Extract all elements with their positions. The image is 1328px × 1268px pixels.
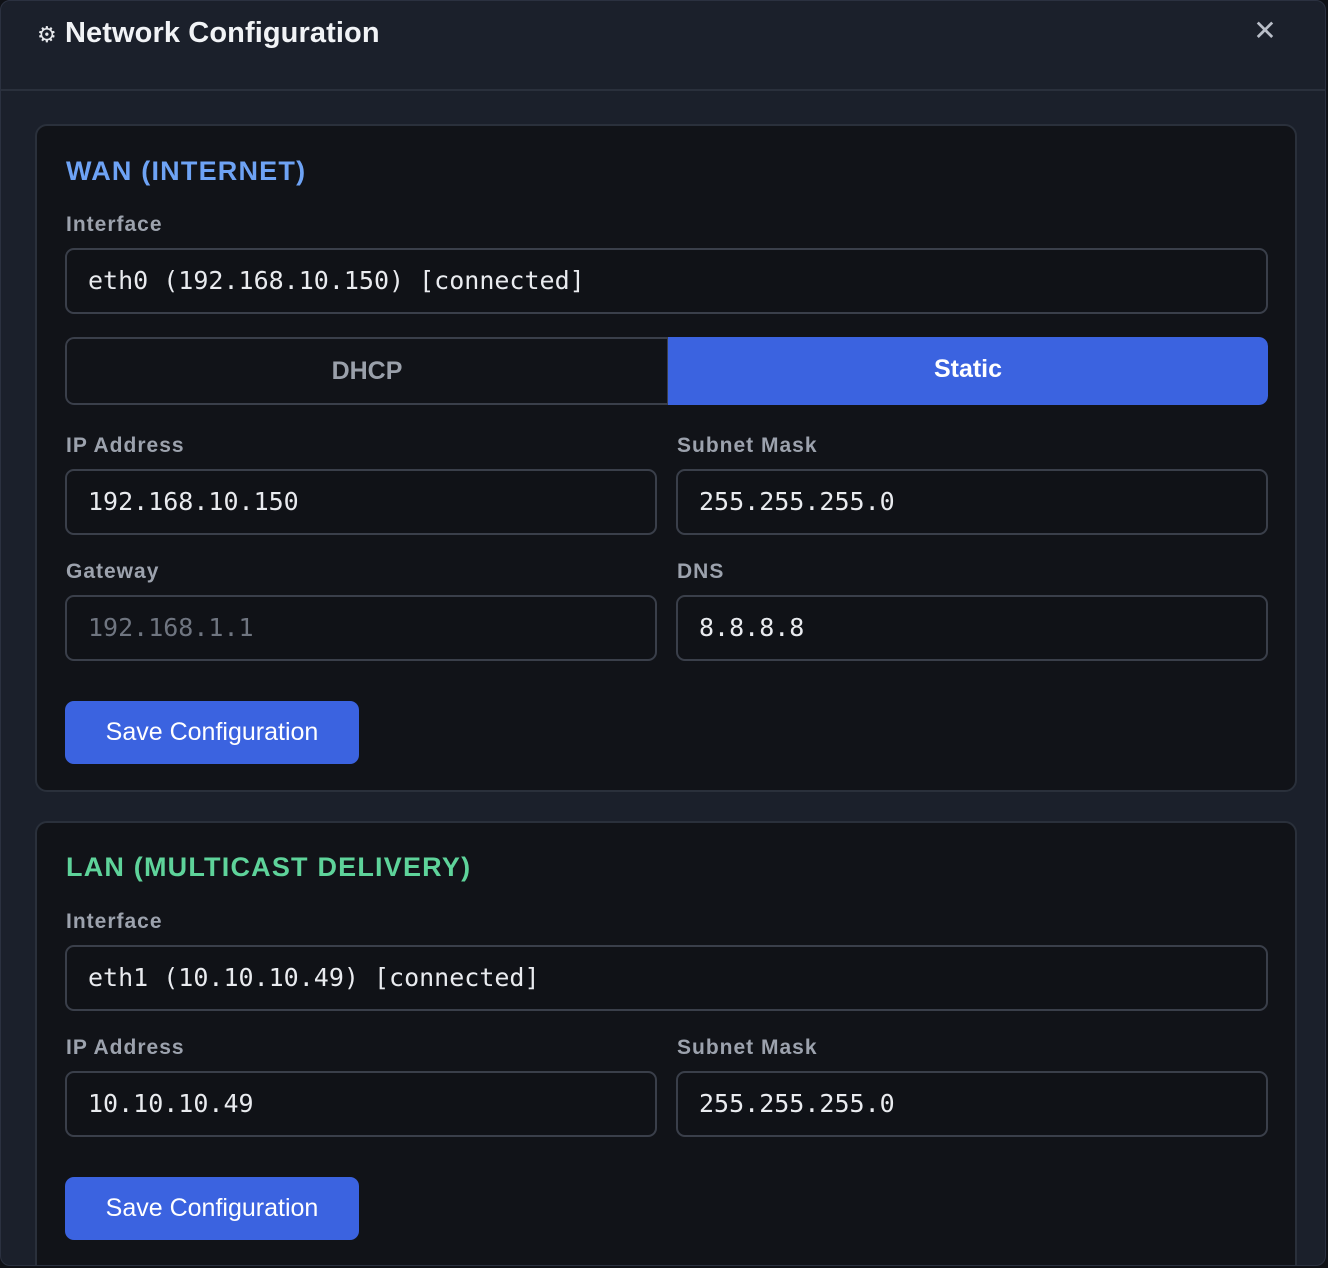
- wan-section-title: WAN (INTERNET): [66, 156, 307, 186]
- lan-subnet-input[interactable]: 255.255.255.0: [676, 1071, 1268, 1137]
- wan-save-button[interactable]: Save Configuration: [65, 701, 359, 764]
- wan-mode-static[interactable]: Static: [668, 337, 1268, 405]
- wan-mode-dhcp[interactable]: DHCP: [65, 337, 668, 405]
- wan-gateway-label: Gateway: [66, 560, 160, 583]
- lan-save-button[interactable]: Save Configuration: [65, 1177, 359, 1240]
- wan-subnet-input[interactable]: 255.255.255.0: [676, 469, 1268, 535]
- lan-ip-label: IP Address: [66, 1036, 185, 1059]
- wan-ip-label: IP Address: [66, 434, 185, 457]
- wan-subnet-label: Subnet Mask: [677, 434, 818, 457]
- lan-interface-label: Interface: [66, 910, 163, 933]
- wan-interface-select[interactable]: eth0 (192.168.10.150) [connected]: [65, 248, 1268, 314]
- gear-icon: ⚙: [37, 22, 57, 47]
- wan-gateway-input[interactable]: 192.168.1.1: [65, 595, 657, 661]
- lan-section: LAN (MULTICAST DELIVERY) Interface eth1 …: [35, 821, 1297, 1265]
- lan-section-title: LAN (MULTICAST DELIVERY): [66, 852, 472, 882]
- wan-mode-toggle: DHCP Static: [65, 337, 1268, 405]
- lan-ip-input[interactable]: 10.10.10.49: [65, 1071, 657, 1137]
- wan-ip-input[interactable]: 192.168.10.150: [65, 469, 657, 535]
- modal-title: Network Configuration: [65, 17, 380, 49]
- lan-subnet-label: Subnet Mask: [677, 1036, 818, 1059]
- close-icon[interactable]: ✕: [1249, 15, 1281, 47]
- modal-header: ⚙ Network Configuration ✕: [1, 1, 1325, 91]
- wan-interface-label: Interface: [66, 213, 163, 236]
- wan-dns-label: DNS: [677, 560, 725, 583]
- lan-interface-select[interactable]: eth1 (10.10.10.49) [connected]: [65, 945, 1268, 1011]
- wan-section: WAN (INTERNET) Interface eth0 (192.168.1…: [35, 124, 1297, 792]
- wan-dns-input[interactable]: 8.8.8.8: [676, 595, 1268, 661]
- network-config-modal: ⚙ Network Configuration ✕ WAN (INTERNET)…: [0, 0, 1326, 1266]
